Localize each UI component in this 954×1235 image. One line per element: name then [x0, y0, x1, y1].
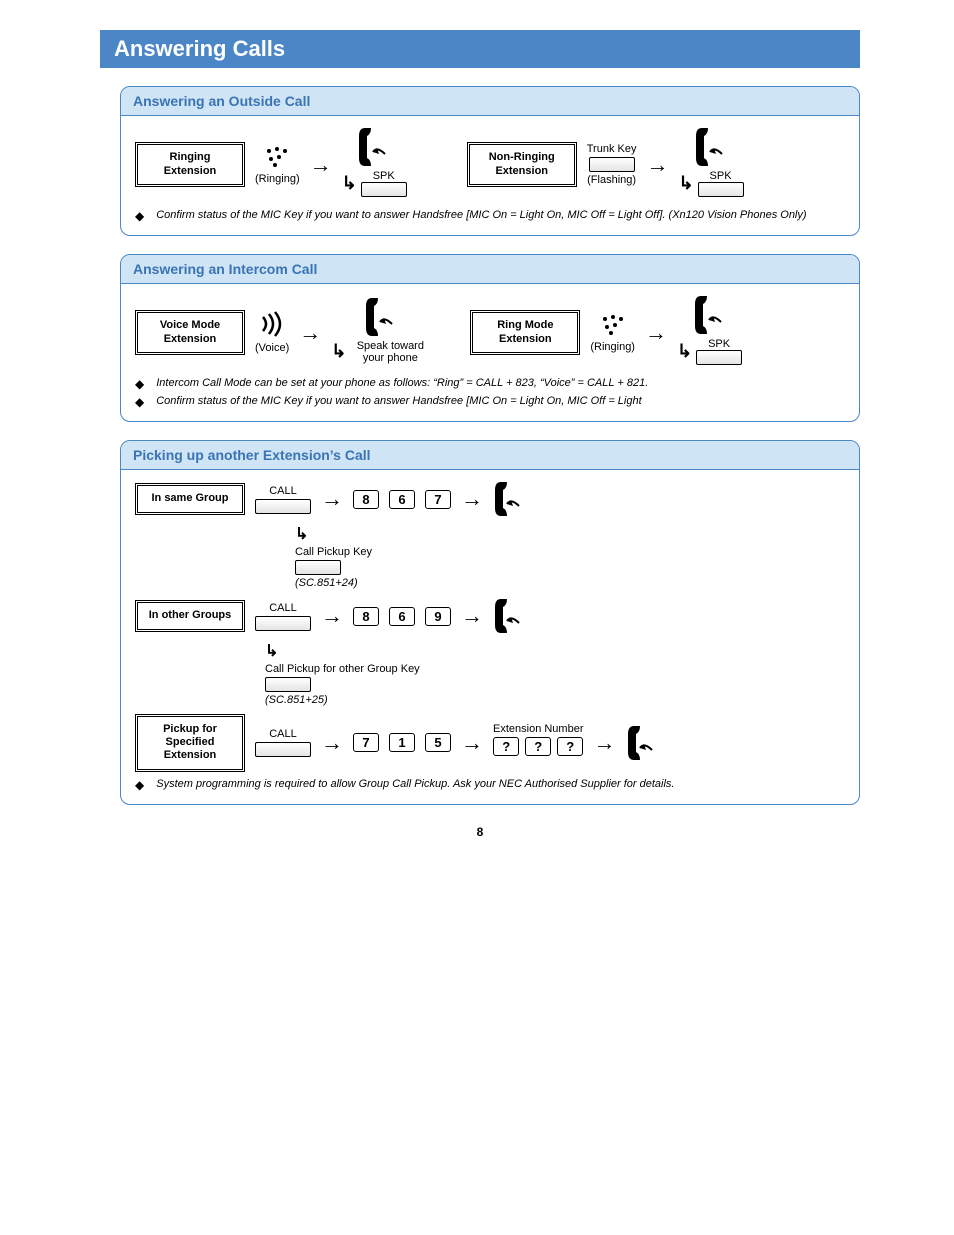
spk-button[interactable]: [361, 182, 407, 197]
digit-key[interactable]: 7: [353, 733, 379, 752]
call-pickup-other-label: Call Pickup for other Group Key: [265, 663, 420, 675]
voice-label: (Voice): [255, 342, 289, 354]
digit-key[interactable]: 8: [353, 607, 379, 626]
arrow-icon: [646, 152, 668, 178]
voice-mode-box: Voice Mode Extension: [135, 310, 245, 354]
digit-key[interactable]: 8: [353, 490, 379, 509]
flashing-label: (Flashing): [587, 174, 636, 186]
nonringing-extension-box: Non-Ringing Extension: [467, 142, 577, 186]
section-pickup-header: Picking up another Extension’s Call: [121, 441, 859, 470]
sc25-label: (SC.851+25): [265, 694, 328, 706]
intercom-notes: ◆Intercom Call Mode can be set at your p…: [135, 377, 845, 409]
section-pickup: Picking up another Extension’s Call In s…: [120, 440, 860, 805]
section-intercom: Answering an Intercom Call Voice Mode Ex…: [120, 254, 860, 422]
call-pickup-key-label: Call Pickup Key: [295, 546, 372, 558]
speak-label: Speak toward your phone: [350, 340, 430, 364]
handset-icon: [364, 296, 398, 338]
arrow-icon: [321, 603, 343, 629]
same-group-box: In same Group: [135, 483, 245, 514]
arrow-icon: [321, 730, 343, 756]
outside-note-1: Confirm status of the MIC Key if you wan…: [156, 209, 806, 223]
trunk-key-button[interactable]: [589, 157, 635, 172]
digit-key[interactable]: 5: [425, 733, 451, 752]
digit-key[interactable]: ?: [493, 737, 519, 756]
soundwave-icon: [259, 311, 285, 340]
arrow-icon: [299, 320, 321, 346]
call-button[interactable]: [255, 742, 311, 757]
arrow-icon: [461, 603, 483, 629]
digit-key[interactable]: 6: [389, 490, 415, 509]
arrow-icon: [645, 320, 667, 346]
sc24-label: (SC.851+24): [295, 577, 358, 589]
arrow-icon: [461, 486, 483, 512]
trunk-key-label: Trunk Key: [587, 143, 637, 155]
section-outside-header: Answering an Outside Call: [121, 87, 859, 116]
call-button[interactable]: [255, 616, 311, 631]
digit-key[interactable]: 7: [425, 490, 451, 509]
page-title: Answering Calls: [100, 30, 860, 68]
arrow-icon: [594, 730, 616, 756]
call-label-2: CALL: [269, 602, 297, 614]
ringing-label: (Ringing): [255, 173, 300, 185]
spk-label-3: SPK: [708, 338, 730, 350]
page-number: 8: [100, 825, 860, 839]
call-pickup-other-button[interactable]: [265, 677, 311, 692]
handset-icon: [626, 724, 656, 762]
digit-key[interactable]: 1: [389, 733, 415, 752]
speaker-icon: [599, 313, 627, 339]
pickup-notes: ◆System programming is required to allow…: [135, 778, 845, 792]
speaker-icon: [263, 145, 291, 171]
spk-button[interactable]: [696, 350, 742, 365]
section-intercom-header: Answering an Intercom Call: [121, 255, 859, 284]
call-label-3: CALL: [269, 728, 297, 740]
digit-key[interactable]: ?: [557, 737, 583, 756]
section-outside: Answering an Outside Call Ringing Extens…: [120, 86, 860, 236]
other-groups-box: In other Groups: [135, 600, 245, 631]
specified-ext-box: Pickup for Specified Extension: [135, 714, 245, 772]
arrow-icon: [321, 486, 343, 512]
arrow-icon: [461, 730, 483, 756]
intercom-note-2: Confirm status of the MIC Key if you wan…: [156, 395, 641, 409]
spk-button[interactable]: [698, 182, 744, 197]
handset-icon: [493, 597, 523, 635]
outside-notes: ◆Confirm status of the MIC Key if you wa…: [135, 209, 845, 223]
call-button[interactable]: [255, 499, 311, 514]
intercom-note-1: Intercom Call Mode can be set at your ph…: [156, 377, 648, 391]
call-pickup-key-button[interactable]: [295, 560, 341, 575]
handset-icon: [694, 126, 728, 168]
pickup-note-1: System programming is required to allow …: [156, 778, 674, 792]
arrow-icon: [310, 152, 332, 178]
handset-icon: [693, 294, 727, 336]
digit-key[interactable]: 6: [389, 607, 415, 626]
spk-label-2: SPK: [710, 170, 732, 182]
digit-key[interactable]: 9: [425, 607, 451, 626]
ringing-label-2: (Ringing): [590, 341, 635, 353]
handset-icon: [357, 126, 391, 168]
ext-num-label: Extension Number: [493, 723, 584, 735]
digit-key[interactable]: ?: [525, 737, 551, 756]
handset-icon: [493, 480, 523, 518]
call-label-1: CALL: [269, 485, 297, 497]
ringing-extension-box: Ringing Extension: [135, 142, 245, 186]
spk-label-1: SPK: [373, 170, 395, 182]
ring-mode-box: Ring Mode Extension: [470, 310, 580, 354]
